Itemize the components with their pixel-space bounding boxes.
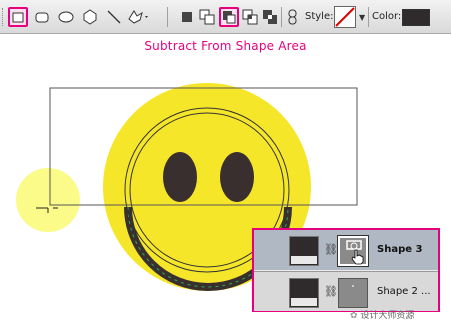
options-toolbar: Style: ▼ Color: (0, 0, 451, 34)
crosshair-cursor-icon (36, 207, 58, 213)
custom-shape-tool-button[interactable] (126, 7, 148, 27)
exclude-overlapping-shape-areas-icon (263, 10, 277, 24)
color-swatch[interactable] (402, 9, 430, 26)
rectangle-path-outline (49, 87, 358, 206)
layer-row-shape-2[interactable]: ⛓ Shape 2 ... (254, 271, 438, 311)
rectangle-tool-icon (12, 12, 24, 23)
toolbar-handle[interactable] (2, 8, 6, 26)
step-caption: Subtract From Shape Area (144, 39, 307, 53)
wechat-icon: ✿ (350, 311, 358, 321)
smiley-right-eye (220, 152, 254, 202)
smiley-left-eye (163, 152, 197, 202)
shape-mask-preview-icon (352, 285, 354, 287)
vector-mask-thumbnail[interactable] (338, 278, 368, 308)
custom-shape-tool-icon (128, 10, 148, 24)
layer-name: Shape 2 ... (377, 286, 431, 297)
layer-row-shape-3[interactable]: ⛓ Shape 3 (254, 230, 438, 270)
color-label: Color: (372, 11, 402, 22)
intersect-shape-areas-icon (242, 9, 258, 25)
layers-panel: ⛓ Shape 3 ⛓ Shape 2 ... (252, 228, 440, 312)
vector-mask-thumbnail[interactable] (337, 235, 369, 267)
add-to-shape-area-icon (199, 9, 215, 25)
chain-link-icon[interactable]: ⛓ (324, 243, 338, 256)
toolbar-divider (368, 7, 369, 27)
link-style-toggle[interactable] (286, 7, 300, 27)
polygon-tool-button[interactable] (80, 7, 100, 27)
chain-link-icon (288, 9, 297, 25)
rounded-rectangle-tool-button[interactable] (32, 7, 52, 27)
layer-fill-thumbnail[interactable] (289, 278, 319, 308)
cursor-highlight (16, 168, 80, 232)
hand-cursor-icon (351, 249, 364, 265)
line-tool-button[interactable] (104, 7, 124, 27)
subtract-from-shape-area-button[interactable] (219, 7, 239, 27)
no-style-icon (335, 7, 355, 27)
toolbar-divider (167, 7, 168, 27)
line-tool-icon (107, 10, 121, 24)
watermark-text: 设计大师资源 (360, 311, 415, 321)
add-to-shape-area-button[interactable] (197, 7, 217, 27)
watermark: ✿ 设计大师资源 (350, 308, 414, 321)
ellipse-tool-button[interactable] (56, 7, 76, 27)
ellipse-tool-icon (58, 11, 74, 23)
create-new-shape-layer-icon (182, 12, 192, 22)
layer-fill-thumbnail[interactable] (289, 236, 319, 266)
create-new-shape-layer-button[interactable] (177, 7, 197, 27)
rounded-rectangle-tool-icon (35, 12, 49, 23)
chevron-down-icon[interactable]: ▼ (359, 13, 365, 22)
layer-name: Shape 3 (377, 244, 423, 255)
exclude-overlapping-shape-areas-button[interactable] (260, 7, 280, 27)
subtract-from-shape-area-icon (223, 11, 236, 24)
style-picker[interactable] (334, 6, 356, 28)
style-label: Style: (305, 11, 334, 22)
rectangle-tool-button[interactable] (8, 7, 28, 27)
intersect-shape-areas-button[interactable] (240, 7, 260, 27)
toolbar-divider (281, 7, 282, 27)
polygon-tool-icon (83, 9, 97, 25)
chain-link-icon[interactable]: ⛓ (324, 285, 338, 298)
